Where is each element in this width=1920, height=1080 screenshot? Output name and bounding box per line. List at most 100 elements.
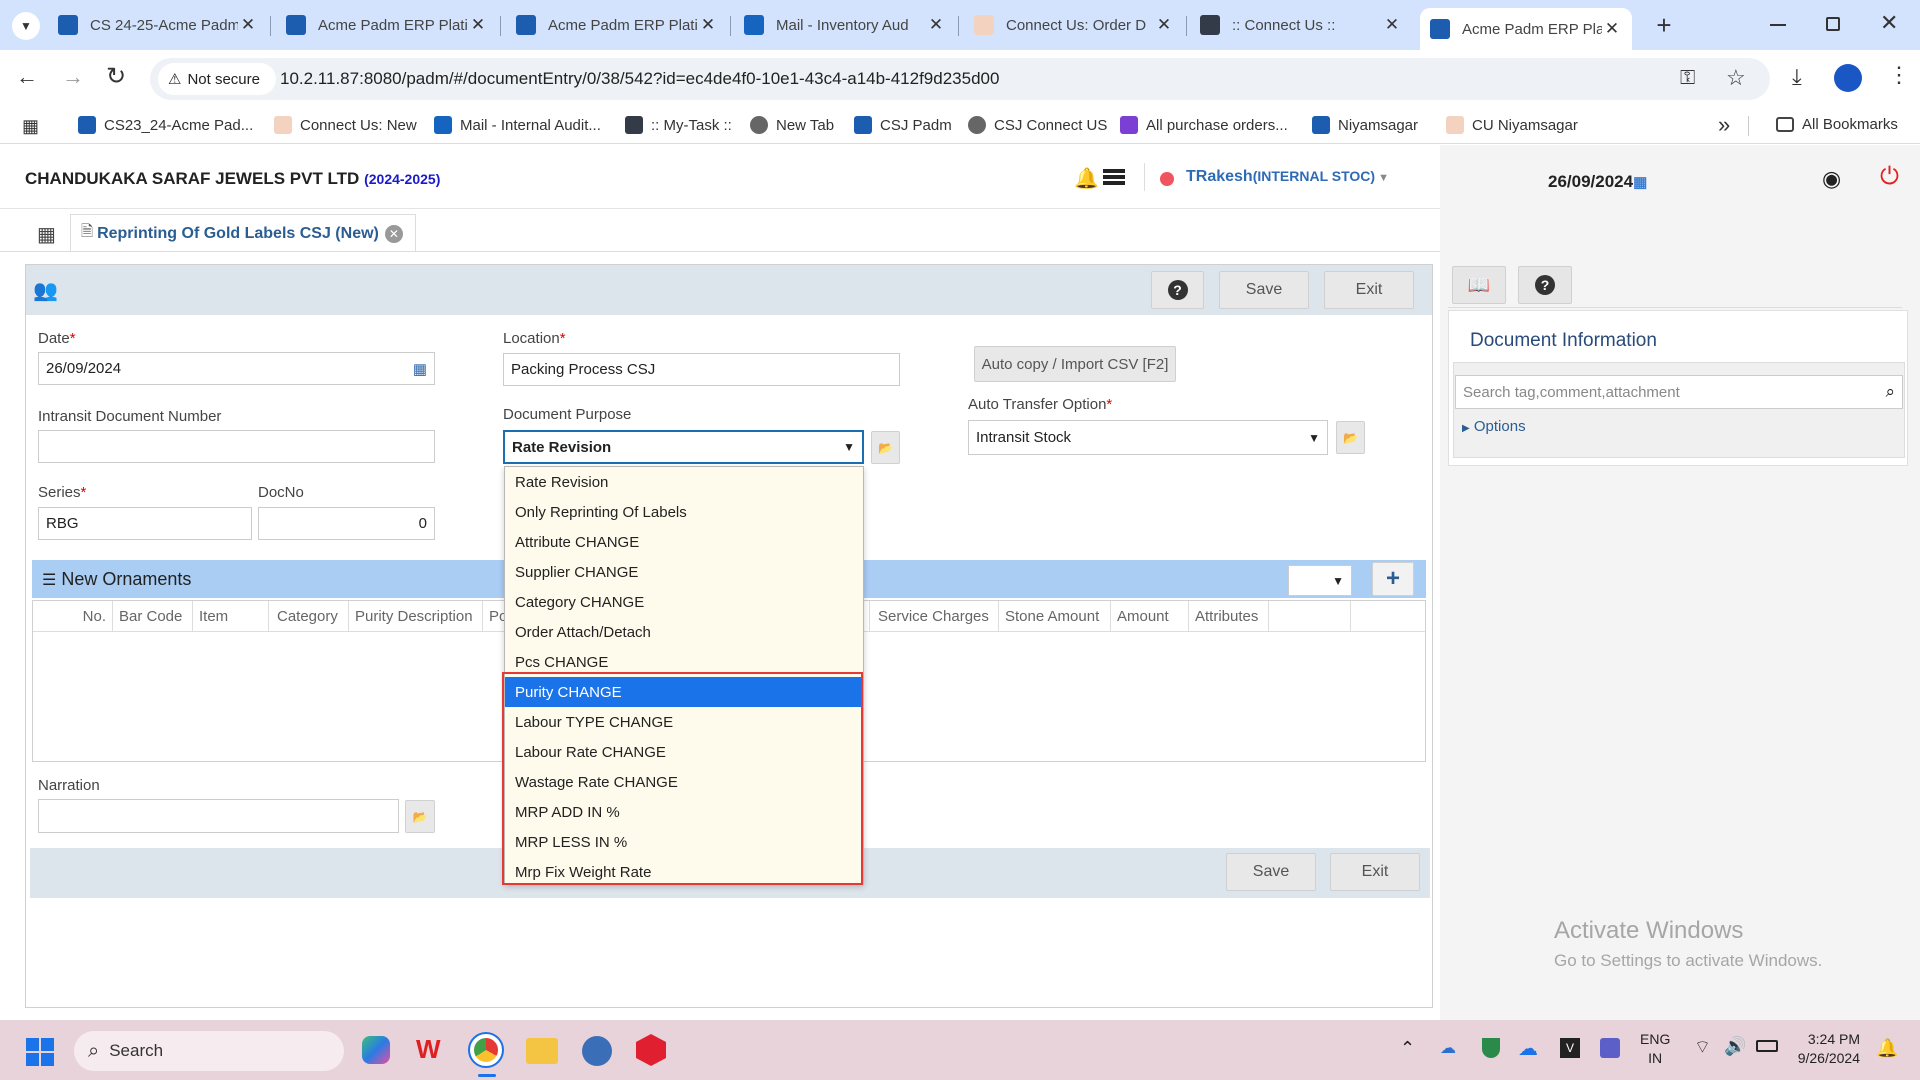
intransit-field[interactable] — [38, 430, 435, 463]
download-icon[interactable]: ⤓ — [1792, 64, 1802, 90]
bookmark-item[interactable]: All purchase orders... — [1120, 116, 1288, 134]
forward-icon[interactable]: → — [62, 64, 84, 90]
tab-search-button[interactable]: ▼ — [12, 12, 40, 40]
bookmark-item[interactable]: Connect Us: New — [274, 116, 417, 134]
purpose-folder-button[interactable]: 📂 — [871, 431, 900, 464]
close-document-tab-icon[interactable]: ✕ — [384, 224, 403, 243]
bell-icon[interactable]: 🔔 — [1074, 166, 1099, 191]
app-grid-icon[interactable]: ▦ — [37, 222, 56, 247]
column-header[interactable]: Purity Description — [349, 601, 483, 631]
column-header[interactable]: Bar Code — [113, 601, 193, 631]
bookmark-item[interactable]: :: My-Task :: — [625, 116, 732, 134]
grid-options-select[interactable]: ▼ — [1288, 565, 1352, 596]
tray-teams-icon[interactable] — [1600, 1038, 1620, 1058]
file-explorer-icon[interactable] — [526, 1038, 558, 1064]
bookmark-item[interactable]: CU Niyamsagar — [1446, 116, 1578, 134]
location-field[interactable]: Packing Process CSJ — [503, 353, 900, 386]
series-field[interactable]: RBG — [38, 507, 252, 540]
close-tab-icon[interactable]: ✕ — [1382, 15, 1402, 35]
list-menu-icon[interactable] — [1103, 169, 1125, 185]
app-globe-icon[interactable] — [582, 1036, 612, 1066]
wps-icon[interactable]: W — [416, 1034, 441, 1065]
close-tab-icon[interactable]: ✕ — [1154, 15, 1174, 35]
reload-icon[interactable]: ↻ — [106, 62, 126, 91]
back-icon[interactable]: ← — [16, 64, 38, 90]
column-header[interactable]: Service Charges — [869, 601, 999, 631]
close-tab-icon[interactable]: ✕ — [1602, 19, 1622, 39]
power-icon[interactable]: ⏻ — [1880, 163, 1899, 191]
close-window-icon[interactable]: ✕ — [1880, 10, 1898, 36]
new-tab-button[interactable]: + — [1650, 10, 1678, 40]
search-icon[interactable]: ⌕ — [1885, 382, 1895, 402]
dropdown-option[interactable]: Only Reprinting Of Labels — [505, 497, 863, 527]
column-header[interactable]: Stone Amount — [999, 601, 1111, 631]
tray-shield-icon[interactable] — [1482, 1038, 1500, 1058]
address-bar[interactable]: ⚠ Not secure 10.2.11.87:8080/padm/#/docu… — [150, 58, 1770, 100]
column-header[interactable]: Attributes — [1189, 601, 1269, 631]
calendar-icon[interactable]: ▦ — [413, 360, 427, 378]
dropdown-option[interactable]: Attribute CHANGE — [505, 527, 863, 557]
minimize-icon[interactable] — [1770, 24, 1786, 26]
bookmark-item[interactable]: Niyamsagar — [1312, 116, 1418, 134]
tray-app-icon[interactable]: V — [1560, 1038, 1580, 1058]
bookmark-item[interactable]: CSJ Padm — [854, 116, 952, 134]
browser-tab[interactable]: Acme Padm ERP Plati ✕ — [516, 9, 718, 41]
close-tab-icon[interactable]: ✕ — [238, 15, 258, 35]
auto-copy-button[interactable]: Auto copy / Import CSV [F2] — [974, 346, 1176, 382]
app-red-icon[interactable] — [636, 1034, 666, 1066]
bookmark-item[interactable]: Mail - Internal Audit... — [434, 116, 601, 134]
auto-transfer-folder-button[interactable]: 📂 — [1336, 421, 1365, 454]
dropdown-option[interactable]: Supplier CHANGE — [505, 557, 863, 587]
tray-cloud-icon[interactable]: ☁ — [1440, 1038, 1456, 1058]
browser-tab[interactable]: Mail - Inventory Aud ✕ — [744, 9, 946, 41]
bookmarks-overflow-icon[interactable]: » — [1718, 112, 1730, 138]
user-menu[interactable]: TRakesh(INTERNAL STOC) ▼ — [1186, 168, 1389, 186]
volume-icon[interactable]: 🔊 — [1724, 1036, 1746, 1057]
dropdown-option[interactable]: Order Attach/Detach — [505, 617, 863, 647]
bookmark-item[interactable]: New Tab — [750, 116, 834, 134]
exit-button-bottom[interactable]: Exit — [1330, 853, 1420, 891]
narration-folder-button[interactable]: 📂 — [405, 800, 435, 833]
restore-icon[interactable] — [1826, 17, 1840, 31]
tray-onedrive-icon[interactable]: ☁ — [1518, 1036, 1538, 1061]
document-tab[interactable]: 🗎 Reprinting Of Gold Labels CSJ (New) ✕ — [70, 214, 416, 252]
browser-tab[interactable]: Acme Padm ERP Plati ✕ — [286, 9, 488, 41]
star-icon[interactable]: ☆ — [1726, 65, 1746, 91]
profile-avatar-icon[interactable] — [1834, 64, 1862, 92]
options-link[interactable]: ▶ Options — [1462, 418, 1526, 435]
all-bookmarks[interactable]: All Bookmarks — [1776, 116, 1898, 133]
tray-chevron-icon[interactable]: ⌃ — [1400, 1038, 1415, 1059]
exit-button-top[interactable]: Exit — [1324, 271, 1414, 309]
help-button[interactable]: ? — [1151, 271, 1204, 309]
language-indicator[interactable]: ENG IN — [1640, 1030, 1670, 1068]
column-header[interactable]: No. — [33, 601, 113, 631]
not-secure-chip[interactable]: ⚠ Not secure — [158, 63, 276, 95]
clock[interactable]: 3:24 PM 9/26/2024 — [1790, 1030, 1860, 1068]
column-header[interactable]: Amount — [1111, 601, 1189, 631]
purpose-select[interactable]: Rate Revision ▼ — [503, 430, 864, 464]
browser-tab[interactable]: :: Connect Us :: ✕ — [1200, 9, 1402, 41]
browser-tab-active[interactable]: Acme Padm ERP Plati ✕ — [1420, 8, 1632, 50]
url-text[interactable]: 10.2.11.87:8080/padm/#/documentEntry/0/3… — [280, 69, 999, 89]
browser-tab[interactable]: CS 24-25-Acme Padm ✕ — [58, 9, 258, 41]
narration-field[interactable] — [38, 799, 399, 833]
add-row-button[interactable]: + — [1372, 562, 1414, 596]
bookmark-item[interactable]: CSJ Connect US — [968, 116, 1107, 134]
menu-dots-icon[interactable]: ⋮ — [1888, 62, 1910, 88]
close-tab-icon[interactable]: ✕ — [698, 15, 718, 35]
column-header[interactable]: Category — [269, 601, 349, 631]
wifi-icon[interactable]: ⌔ — [1694, 1036, 1711, 1059]
dropdown-option[interactable]: Category CHANGE — [505, 587, 863, 617]
book-button[interactable]: 📖 — [1452, 266, 1506, 304]
key-icon[interactable]: ⚿ — [1680, 67, 1695, 90]
close-tab-icon[interactable]: ✕ — [468, 15, 488, 35]
copilot-icon[interactable] — [362, 1036, 390, 1064]
apps-grid-icon[interactable]: ▦ — [22, 116, 39, 137]
save-button-top[interactable]: Save — [1219, 271, 1309, 309]
auto-transfer-select[interactable]: Intransit Stock ▼ — [968, 420, 1328, 455]
dropdown-option[interactable]: Rate Revision — [505, 467, 863, 497]
taskbar-search[interactable]: ⌕ Search — [74, 1031, 344, 1071]
date-field[interactable]: 26/09/2024 ▦ — [38, 352, 435, 385]
docno-field[interactable]: 0 — [258, 507, 435, 540]
calendar-icon[interactable]: ▦ — [1633, 174, 1647, 191]
